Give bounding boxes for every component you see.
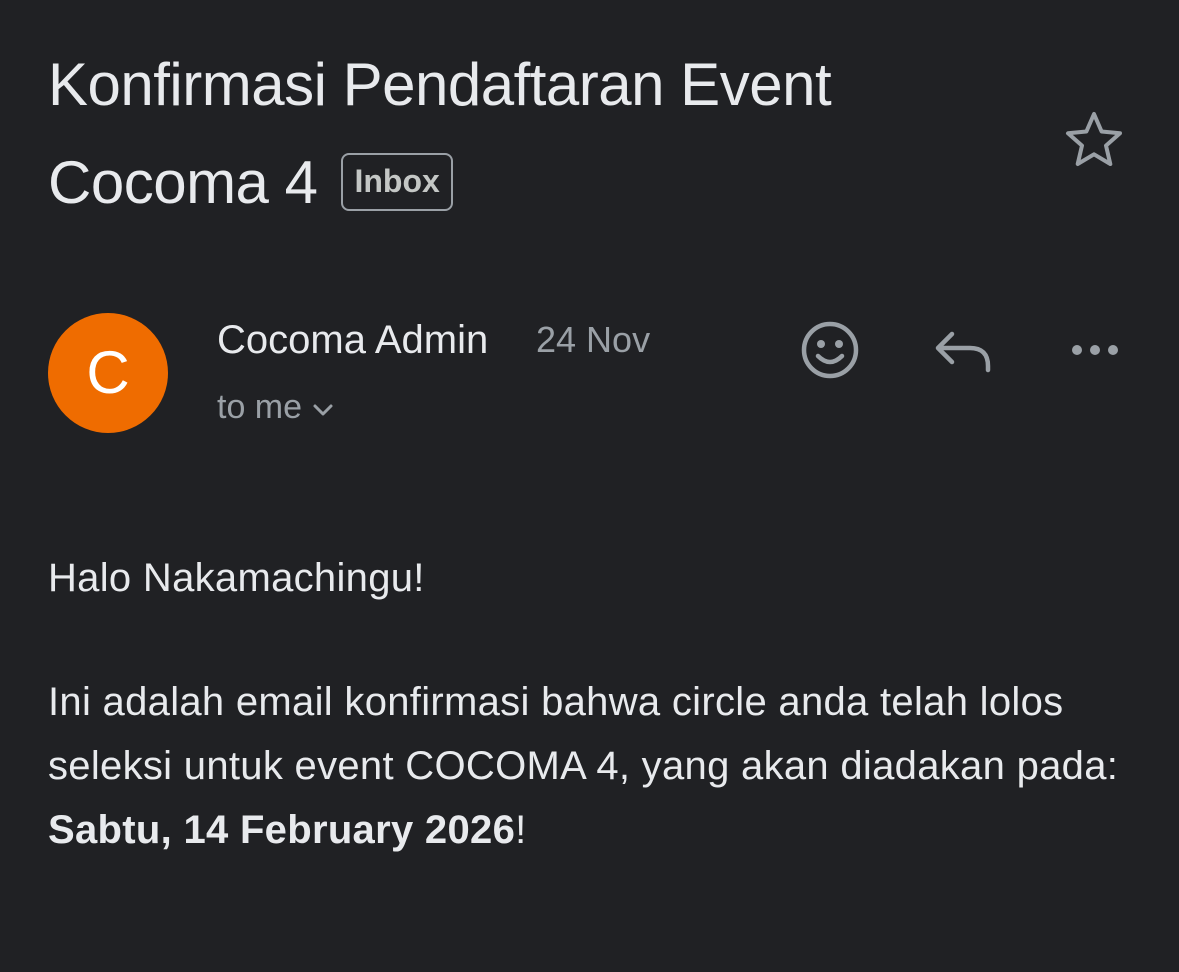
sender-avatar[interactable]: C [48, 313, 168, 433]
reply-button[interactable] [930, 318, 994, 382]
star-button[interactable] [1062, 108, 1126, 172]
event-date: Sabtu, 14 February 2026 [48, 808, 516, 852]
event-date-line: Sabtu, 14 February 2026! [48, 798, 1148, 862]
chevron-down-icon [312, 384, 334, 428]
body-greeting: Halo Nakamachingu! [48, 556, 425, 600]
recipients-text: to me [217, 388, 303, 426]
body-paragraph: Ini adalah email konfirmasi bahwa circle… [48, 680, 1119, 788]
inbox-label-chip[interactable]: Inbox [341, 153, 453, 212]
star-outline-icon [1066, 112, 1122, 166]
sent-date: 24 Nov [536, 319, 651, 360]
recipients-toggle[interactable]: to me [217, 385, 334, 429]
email-body: Halo Nakamachingu! Ini adalah email konf… [48, 546, 1148, 862]
sender-name[interactable]: Cocoma Admin [217, 316, 488, 364]
event-date-suffix: ! [515, 808, 527, 852]
more-options-icon [1072, 345, 1118, 355]
add-emoji-reaction-button[interactable] [798, 318, 862, 382]
reply-icon [935, 331, 991, 373]
email-subject: Konfirmasi Pendaftaran Event Cocoma 4 Inb… [48, 36, 1008, 232]
more-options-button[interactable] [1063, 318, 1127, 382]
emoji-reaction-icon [801, 321, 859, 379]
